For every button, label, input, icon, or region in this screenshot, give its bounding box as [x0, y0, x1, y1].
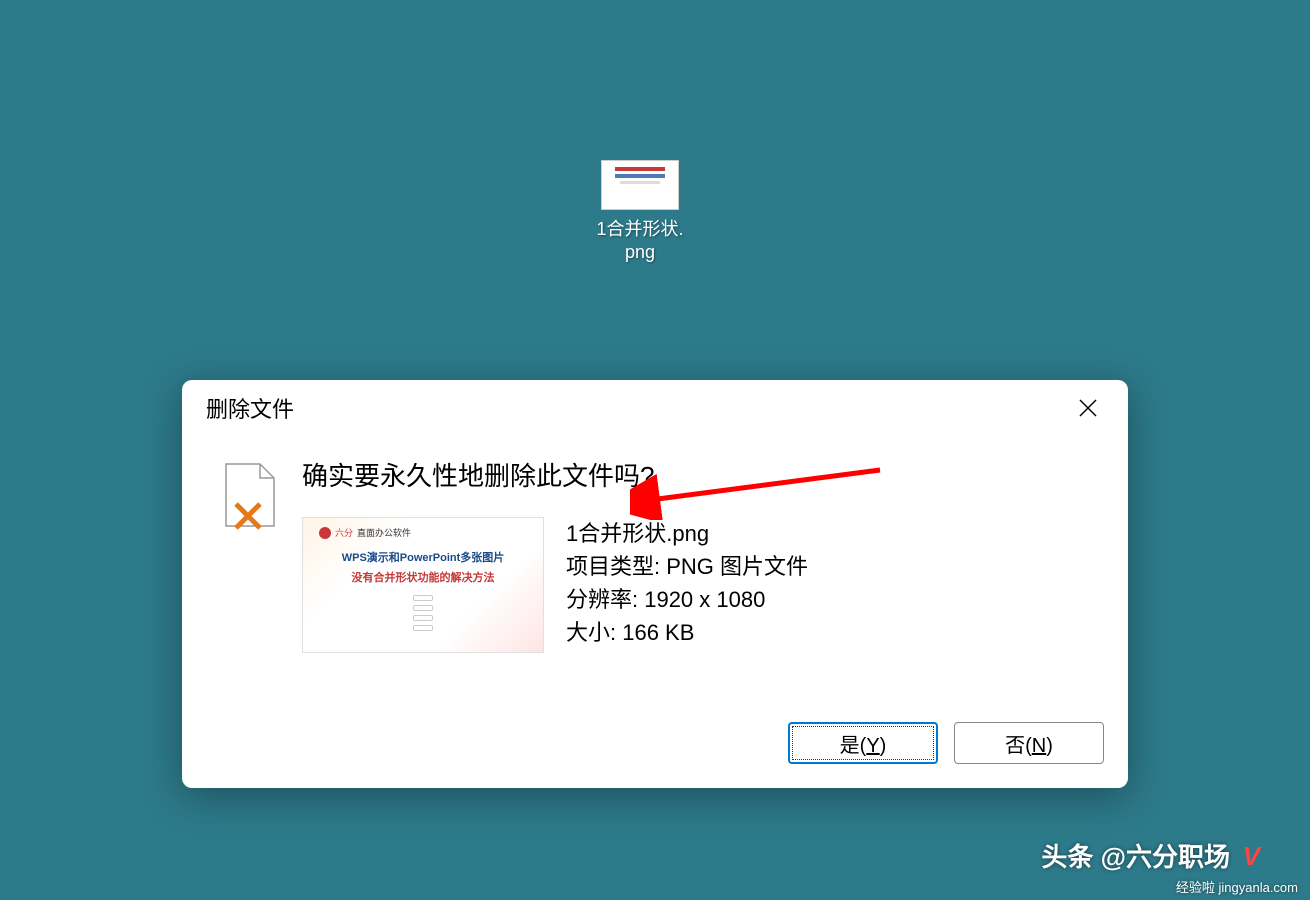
close-icon: [1078, 398, 1098, 418]
file-size: 大小: 166 KB: [566, 616, 808, 649]
dialog-body: 确实要永久性地删除此文件吗? 六分 直面办公软件 WPS演示和PowerPoin…: [182, 436, 1128, 698]
dialog-content: 确实要永久性地删除此文件吗? 六分 直面办公软件 WPS演示和PowerPoin…: [302, 456, 1098, 698]
dialog-title: 删除文件: [206, 392, 294, 424]
file-details: 1合并形状.png 项目类型: PNG 图片文件 分辨率: 1920 x 108…: [566, 517, 808, 653]
confirmation-question: 确实要永久性地删除此文件吗?: [302, 456, 1098, 493]
no-button[interactable]: 否(N): [954, 722, 1104, 764]
file-info: 六分 直面办公软件 WPS演示和PowerPoint多张图片 没有合并形状功能的…: [302, 517, 1098, 653]
file-thumbnail: [601, 160, 679, 210]
file-type: 项目类型: PNG 图片文件: [566, 550, 808, 583]
dialog-titlebar: 删除文件: [182, 380, 1128, 436]
dialog-footer: 是(Y) 否(N): [182, 698, 1128, 788]
watermark-site: 经验啦 jingyanla.com: [1176, 877, 1298, 896]
close-button[interactable]: [1072, 392, 1104, 424]
watermark-main: 头条 @六分职场: [1041, 837, 1230, 874]
delete-file-dialog: 删除文件 确实要永久性地删除此文件吗? 六分: [182, 380, 1128, 788]
file-delete-icon: [222, 462, 278, 530]
yes-button[interactable]: 是(Y): [788, 722, 938, 764]
file-name: 1合并形状.png: [566, 517, 808, 550]
file-resolution: 分辨率: 1920 x 1080: [566, 583, 808, 616]
file-label: 1合并形状.png: [596, 218, 683, 265]
desktop-file-icon[interactable]: 1合并形状.png: [585, 160, 695, 265]
watermark-v-badge: V: [1243, 841, 1260, 872]
file-preview-thumbnail: 六分 直面办公软件 WPS演示和PowerPoint多张图片 没有合并形状功能的…: [302, 517, 544, 653]
